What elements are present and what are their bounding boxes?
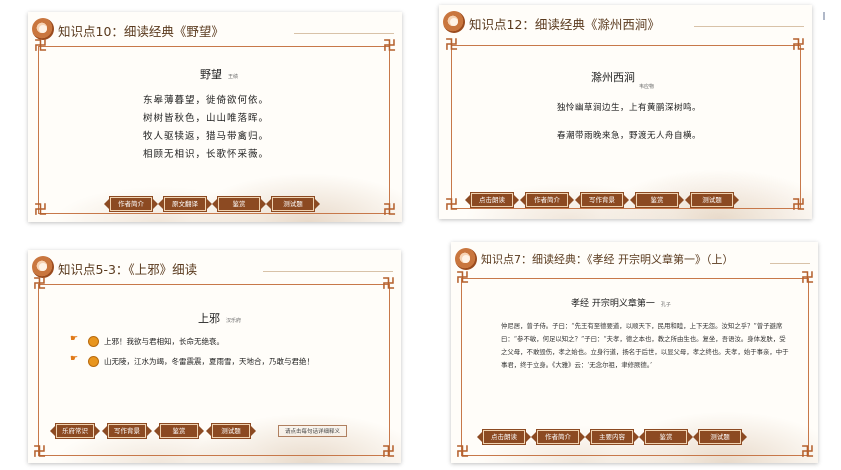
- slide-title: 知识点7：细读经典：《孝经 开宗明义章第一》（上）: [481, 253, 734, 266]
- poem-author: 汉乐府: [226, 318, 242, 324]
- slide-title: 知识点10：细读经典《野望》: [58, 24, 224, 39]
- window-edge-marker: [823, 12, 825, 20]
- poem-title: 滁州西涧: [591, 71, 635, 84]
- corner-ornament-icon: 卍: [34, 39, 48, 54]
- poem-line: 春潮带雨晚来急，野渡无人舟自横。: [557, 131, 702, 141]
- corner-ornament-icon: 卍: [792, 198, 806, 213]
- corner-ornament-icon: 卍: [456, 445, 470, 460]
- slide-shang-ye[interactable]: 知识点5-3：《上邪》细读 卍 卍 卍 卍 上邪 汉乐府 ☛ 上邪！我欲与君相知，…: [28, 250, 401, 463]
- slide-header: 知识点7：细读经典：《孝经 开宗明义章第一》（上）: [451, 242, 818, 274]
- corner-ornament-icon: 卍: [445, 198, 459, 213]
- author-intro-button[interactable]: 作者简介: [531, 429, 585, 445]
- pointing-hand-icon: ☛: [70, 334, 79, 344]
- poem-author: 王绩: [228, 74, 239, 80]
- poem-line: 牧人驱犊返，猎马带禽归。: [143, 131, 270, 142]
- poem-title: 孝经 开宗明义章第一 孔子: [571, 296, 671, 309]
- quiz-button[interactable]: 测试题: [693, 429, 747, 445]
- corner-ornament-icon: 卍: [801, 445, 815, 460]
- poem-line[interactable]: 上邪！我欲与君相知，长命无绝衰。: [104, 336, 224, 347]
- slide-title: 知识点12：细读经典《滁州西涧》: [469, 17, 660, 32]
- header-rule: [770, 263, 810, 264]
- poem-title: 上邪 汉乐府: [198, 310, 241, 326]
- header-rule: [694, 26, 804, 27]
- pointing-hand-icon: ☛: [70, 354, 79, 364]
- header-rule: [263, 271, 393, 272]
- corner-ornament-icon: 卍: [456, 271, 470, 286]
- poem-line[interactable]: 山无陵，江水为竭，冬雷震震，夏雨雪，天地合，乃敢与君绝！: [104, 356, 314, 367]
- poem-line: 东皋薄暮望，徙倚欲何依。: [143, 95, 270, 106]
- poem-title-text: 野望: [200, 68, 222, 81]
- read-aloud-button[interactable]: 点击朗读: [465, 192, 519, 208]
- poem-title-text: 孝经 开宗明义章第一: [571, 299, 655, 309]
- background-button[interactable]: 写作背景: [575, 192, 629, 208]
- poem-author: 韦应物: [639, 84, 655, 90]
- corner-ornament-icon: 卍: [382, 445, 396, 460]
- header-rule: [294, 33, 394, 34]
- flower-bullet-icon: [88, 336, 99, 347]
- orange-flower-logo-icon: [455, 248, 477, 270]
- corner-ornament-icon: 卍: [34, 203, 48, 218]
- slide-header: 知识点12：细读经典《滁州西涧》: [439, 5, 812, 37]
- poem-line: 树树皆秋色，山山唯落晖。: [143, 113, 270, 124]
- corner-ornament-icon: 卍: [801, 271, 815, 286]
- slide-ye-wang[interactable]: 知识点10：细读经典《野望》 卍 卍 卍 卍 野望 王绩 东皋薄暮望，徙倚欲何依。…: [28, 12, 402, 222]
- appreciation-button[interactable]: 鉴赏: [630, 192, 684, 208]
- orange-flower-logo-icon: [32, 18, 54, 40]
- yuefu-knowledge-button[interactable]: 乐府常识: [50, 423, 100, 439]
- background-button[interactable]: 写作背景: [102, 423, 152, 439]
- corner-ornament-icon: 卍: [383, 203, 397, 218]
- click-hint-label: 请点击每句话详细释义: [278, 425, 348, 437]
- read-aloud-button[interactable]: 点击朗读: [477, 429, 531, 445]
- translation-button[interactable]: 原文翻译: [158, 196, 212, 212]
- quiz-button[interactable]: 测试题: [266, 196, 320, 212]
- corner-ornament-icon: 卍: [33, 277, 47, 292]
- corner-ornament-icon: 卍: [792, 38, 806, 53]
- quiz-button[interactable]: 测试题: [685, 192, 739, 208]
- poem-line: 独怜幽草涧边生，上有黄鹂深树鸣。: [557, 103, 702, 113]
- author-intro-button[interactable]: 作者简介: [520, 192, 574, 208]
- orange-flower-logo-icon: [443, 11, 465, 33]
- poem-author: 孔子: [660, 302, 671, 308]
- flower-bullet-icon: [88, 356, 99, 367]
- appreciation-button[interactable]: 鉴赏: [639, 429, 693, 445]
- slide-title: 知识点5-3：《上邪》细读: [58, 262, 198, 277]
- slide-header: 知识点5-3：《上邪》细读: [28, 250, 401, 282]
- appreciation-button[interactable]: 鉴赏: [154, 423, 204, 439]
- author-intro-button[interactable]: 作者简介: [104, 196, 158, 212]
- poem-title: 野望 王绩: [200, 66, 238, 82]
- poem-line: 相顾无相识，长歌怀采薇。: [143, 149, 270, 160]
- slide-chuzhou-xijian[interactable]: 知识点12：细读经典《滁州西涧》 卍 卍 卍 卍 滁州西涧 韦应物 独怜幽草涧边…: [439, 5, 812, 219]
- slide-header: 知识点10：细读经典《野望》: [28, 12, 402, 44]
- poem-title-text: 上邪: [198, 312, 220, 325]
- main-content-button[interactable]: 主要内容: [585, 429, 639, 445]
- classic-text-paragraph: 仲尼居，曾子侍。子曰：“先王有至德要道，以顺天下，民用和睦，上下无怨。汝知之乎？…: [501, 322, 789, 369]
- appreciation-button[interactable]: 鉴赏: [212, 196, 266, 212]
- corner-ornament-icon: 卍: [383, 39, 397, 54]
- quiz-button[interactable]: 测试题: [206, 423, 256, 439]
- slide-xiao-jing[interactable]: 知识点7：细读经典：《孝经 开宗明义章第一》（上） 卍 卍 卍 卍 孝经 开宗明…: [451, 242, 818, 463]
- corner-ornament-icon: 卍: [33, 445, 47, 460]
- corner-ornament-icon: 卍: [382, 277, 396, 292]
- corner-ornament-icon: 卍: [445, 38, 459, 53]
- orange-flower-logo-icon: [32, 256, 54, 278]
